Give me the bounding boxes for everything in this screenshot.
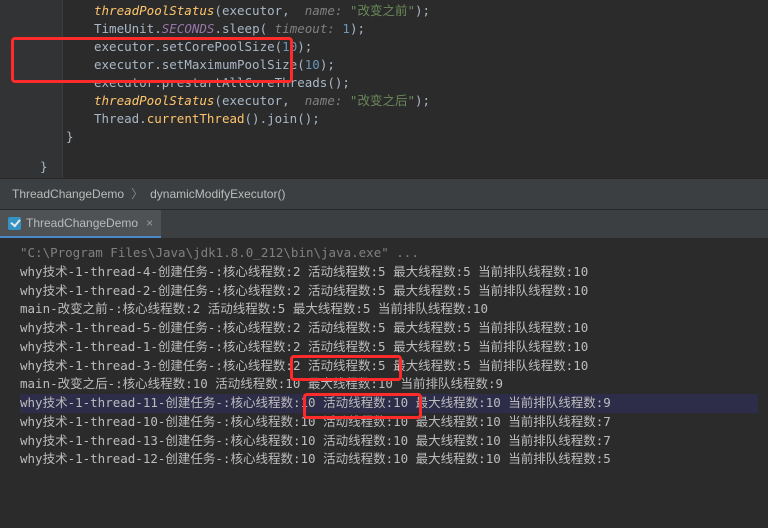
breadcrumb-method[interactable]: dynamicModifyExecutor(): [150, 187, 285, 201]
run-config-icon: [8, 217, 21, 230]
editor-pane[interactable]: threadPoolStatus(executor, name: "改变之前")…: [0, 0, 768, 178]
breadcrumb[interactable]: ThreadChangeDemo 〉 dynamicModifyExecutor(): [0, 178, 768, 210]
console-line: why技术-1-thread-4-创建任务-:核心线程数:2 活动线程数:5 最…: [20, 263, 758, 282]
console-line: main-改变之后-:核心线程数:10 活动线程数:10 最大线程数:10 当前…: [20, 375, 758, 394]
console-line: why技术-1-thread-3-创建任务-:核心线程数:2 活动线程数:5 最…: [20, 357, 758, 376]
run-tab-title: ThreadChangeDemo: [26, 214, 138, 232]
console-line: why技术-1-thread-2-创建任务-:核心线程数:2 活动线程数:5 最…: [20, 282, 758, 301]
breadcrumb-class[interactable]: ThreadChangeDemo: [12, 187, 124, 201]
console-line: why技术-1-thread-1-创建任务-:核心线程数:2 活动线程数:5 最…: [20, 338, 758, 357]
console-command: "C:\Program Files\Java\jdk1.8.0_212\bin\…: [20, 244, 758, 263]
console-line: why技术-1-thread-13-创建任务-:核心线程数:10 活动线程数:1…: [20, 432, 758, 451]
console-line: main-改变之前-:核心线程数:2 活动线程数:5 最大线程数:5 当前排队线…: [20, 300, 758, 319]
run-tab-bar[interactable]: ThreadChangeDemo ×: [0, 210, 768, 238]
close-icon[interactable]: ×: [146, 214, 153, 232]
code-lines[interactable]: threadPoolStatus(executor, name: "改变之前")…: [16, 2, 768, 176]
console-line: why技术-1-thread-5-创建任务-:核心线程数:2 活动线程数:5 最…: [20, 319, 758, 338]
chevron-right-icon: 〉: [131, 187, 143, 201]
console-output[interactable]: "C:\Program Files\Java\jdk1.8.0_212\bin\…: [0, 238, 768, 469]
console-line: why技术-1-thread-10-创建任务-:核心线程数:10 活动线程数:1…: [20, 413, 758, 432]
console-line: why技术-1-thread-11-创建任务-:核心线程数:10 活动线程数:1…: [20, 394, 758, 413]
console-line: why技术-1-thread-12-创建任务-:核心线程数:10 活动线程数:1…: [20, 450, 758, 469]
run-tab[interactable]: ThreadChangeDemo ×: [0, 210, 161, 238]
